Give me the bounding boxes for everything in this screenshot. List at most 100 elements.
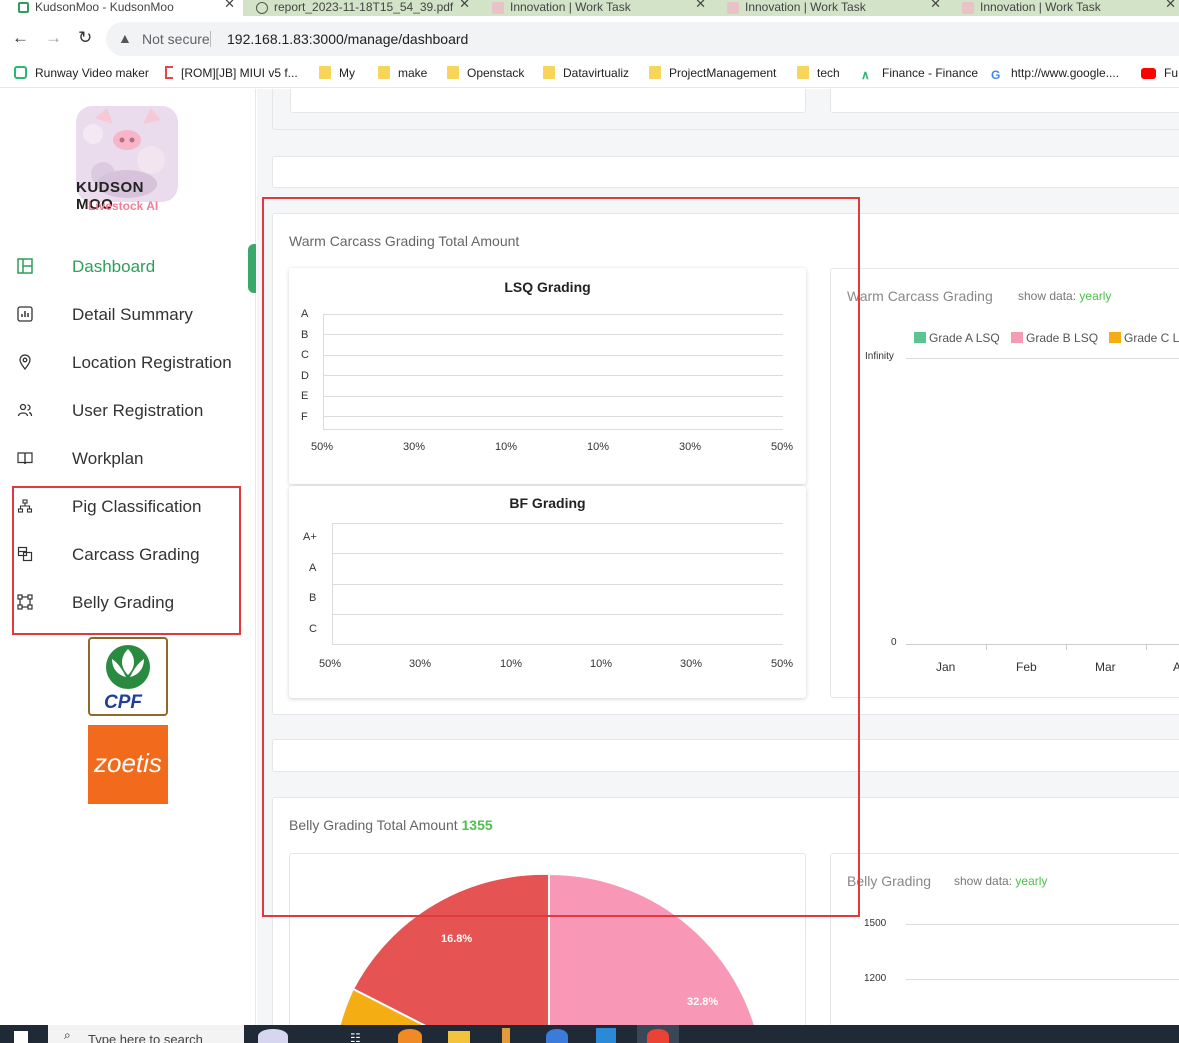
- close-tab-icon[interactable]: ✕: [1165, 0, 1176, 12]
- bar-chart-icon: [17, 306, 33, 322]
- windows-taskbar: ⌕ Type here to search ☷: [0, 1025, 1179, 1043]
- warm-carcass-chart-title: Warm Carcass Grading: [847, 288, 993, 304]
- finance-icon: ∧: [861, 68, 870, 82]
- book-icon: [17, 452, 33, 465]
- address-bar-row: ← → ↻ ▲ Not secure 192.168.1.83:3000/man…: [0, 16, 1179, 62]
- sidebar: KUDSON MOO Livestock AI Dashboard Detail…: [0, 89, 256, 1025]
- x-axis-month-label: Mar: [1095, 660, 1116, 674]
- runway-icon: [14, 66, 27, 79]
- highlight-box-sidebar: [12, 486, 241, 635]
- sidebar-item-user-registration[interactable]: User Registration: [0, 391, 256, 431]
- chrome-icon: [647, 1029, 669, 1043]
- x-axis-month-label: A: [1173, 660, 1179, 674]
- tab-innovation-2[interactable]: Innovation | Work Task ✕: [717, 0, 949, 16]
- close-tab-icon[interactable]: ✕: [459, 0, 470, 12]
- back-icon[interactable]: ←: [12, 28, 29, 48]
- top-card-left: [290, 89, 806, 113]
- omnibox[interactable]: ▲ Not secure 192.168.1.83:3000/manage/da…: [106, 22, 1179, 56]
- folder-icon: [319, 66, 331, 79]
- y-axis-zero-label: 0: [891, 637, 897, 648]
- section-divider-card: [272, 156, 1179, 188]
- firefox-icon[interactable]: [398, 1029, 422, 1043]
- bookmark-folder-my[interactable]: My: [319, 66, 355, 80]
- folder-icon: [649, 66, 661, 79]
- show-data-value[interactable]: yearly: [1079, 289, 1111, 303]
- task-view-icon[interactable]: ☷: [350, 1031, 361, 1043]
- chart-gridline: [906, 924, 1179, 925]
- chrome-taskbar-button[interactable]: [637, 1025, 679, 1043]
- belly-grading-line-chart: Belly Grading show data: yearly 1500 120…: [830, 853, 1179, 1025]
- y-axis-top-label: Infinity: [865, 351, 894, 362]
- security-label[interactable]: Not secure: [142, 31, 210, 47]
- y-axis-tick-label: 1200: [864, 973, 887, 984]
- pie-label-pink: 32.8%: [687, 996, 719, 1008]
- bookmark-miui[interactable]: [ROM][JB] MIUI v5 f...: [165, 66, 298, 80]
- pencil-app-icon[interactable]: [502, 1028, 510, 1043]
- close-tab-icon[interactable]: ✕: [930, 0, 941, 12]
- legend-item-grade-a[interactable]: Grade A LSQ: [914, 331, 1000, 345]
- bookmark-runway[interactable]: Runway Video maker: [14, 66, 149, 80]
- bookmarks-bar: Runway Video maker [ROM][JB] MIUI v5 f..…: [0, 62, 1179, 88]
- worktask-favicon-icon: [492, 1, 504, 14]
- forward-icon[interactable]: →: [45, 28, 62, 48]
- omnibox-divider: [210, 31, 211, 47]
- bookmark-folder-projectmanagement[interactable]: ProjectManagement: [649, 66, 776, 80]
- sidebar-item-label: Workplan: [72, 449, 144, 468]
- worktask-favicon-icon: [727, 1, 739, 14]
- sidebar-item-location-registration[interactable]: Location Registration: [0, 343, 256, 383]
- sidebar-item-label: User Registration: [72, 401, 204, 420]
- folder-icon: [797, 66, 809, 79]
- sidebar-item-label: Detail Summary: [72, 305, 193, 324]
- tab-report[interactable]: report_2023-11-18T15_54_39.pdf ✕: [246, 0, 478, 16]
- bookmark-folder-datavirtualiz[interactable]: Datavirtualiz: [543, 66, 629, 80]
- folder-icon: [447, 66, 459, 79]
- kudsonmoo-favicon-icon: [18, 2, 29, 14]
- search-icon: ⌕: [64, 1028, 71, 1042]
- warning-triangle-icon[interactable]: ▲: [118, 30, 132, 46]
- bookmark-youtube[interactable]: Fu: [1141, 66, 1178, 80]
- cpf-logo: CPF: [88, 637, 168, 716]
- bookmark-folder-tech[interactable]: tech: [797, 66, 840, 80]
- zoetis-logo-text: zoetis: [94, 748, 162, 778]
- kudsonmoo-logo[interactable]: KUDSON MOO Livestock AI: [73, 104, 181, 230]
- legend-item-grade-c[interactable]: Grade C L: [1109, 331, 1179, 345]
- sidebar-item-workplan[interactable]: Workplan: [0, 439, 256, 479]
- teams-icon[interactable]: [546, 1029, 568, 1043]
- sidebar-item-dashboard[interactable]: Dashboard: [0, 247, 256, 287]
- tab-innovation-3[interactable]: Innovation | Work Task ✕: [952, 0, 1179, 16]
- google-icon: G: [991, 68, 1001, 82]
- x-axis-line: [906, 644, 1179, 645]
- pie-label-red: 16.8%: [441, 933, 473, 945]
- worktask-favicon-icon: [962, 1, 974, 14]
- cpf-logo-text: CPF: [104, 692, 142, 713]
- brand-tagline: Livestock AI: [88, 199, 159, 213]
- x-axis-month-label: Jan: [936, 660, 956, 674]
- bookmark-folder-make[interactable]: make: [378, 66, 427, 80]
- widget-icon[interactable]: [258, 1029, 288, 1043]
- reload-icon[interactable]: ↻: [78, 28, 92, 48]
- cpf-emblem-icon: [106, 645, 150, 689]
- windows-start-icon[interactable]: [14, 1031, 28, 1043]
- bookmark-folder-openstack[interactable]: Openstack: [447, 66, 524, 80]
- file-explorer-icon[interactable]: [448, 1031, 470, 1043]
- taskbar-search-box[interactable]: ⌕ Type here to search: [48, 1025, 244, 1043]
- dashboard-icon: [17, 258, 33, 274]
- bookmark-finance[interactable]: ∧ Finance - Finance: [861, 66, 978, 82]
- close-tab-icon[interactable]: ✕: [224, 0, 235, 12]
- legend-item-grade-b[interactable]: Grade B LSQ: [1011, 331, 1098, 345]
- tab-innovation-1[interactable]: Innovation | Work Task ✕: [482, 0, 714, 16]
- url-text[interactable]: 192.168.1.83:3000/manage/dashboard: [227, 31, 468, 47]
- show-data-toggle[interactable]: show data: yearly: [1018, 289, 1111, 303]
- vscode-icon[interactable]: [596, 1028, 616, 1043]
- zoetis-logo: zoetis: [88, 725, 168, 804]
- bookmark-google[interactable]: Ghttp://www.google....: [991, 66, 1119, 82]
- sidebar-item-label: Location Registration: [72, 353, 232, 372]
- active-indicator: [248, 244, 256, 293]
- sidebar-item-detail-summary[interactable]: Detail Summary: [0, 295, 256, 335]
- highlight-box-charts: [262, 197, 860, 917]
- show-data-toggle[interactable]: show data: yearly: [954, 874, 1047, 888]
- show-data-value[interactable]: yearly: [1015, 874, 1047, 888]
- warm-carcass-grading-chart: Warm Carcass Grading show data: yearly G…: [830, 268, 1179, 698]
- tab-kudsonmoo[interactable]: KudsonMoo - KudsonMoo ✕: [0, 0, 243, 16]
- close-tab-icon[interactable]: ✕: [695, 0, 706, 12]
